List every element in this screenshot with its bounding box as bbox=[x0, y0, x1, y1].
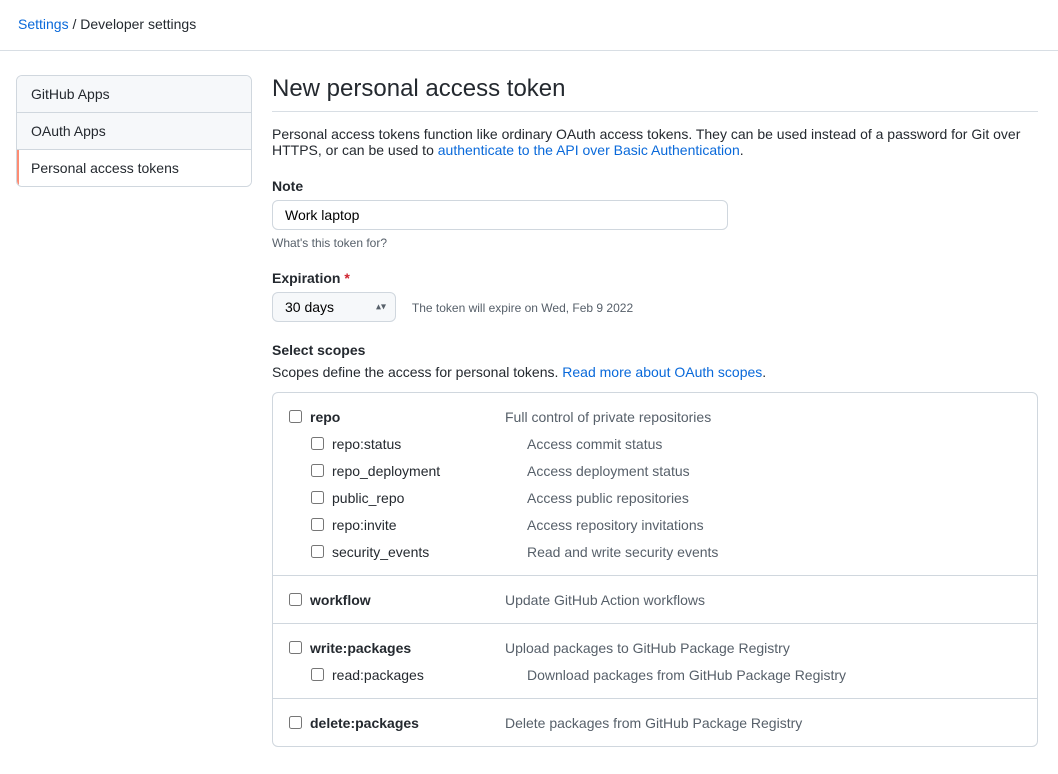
scope-row: read:packages Download packages from GitH… bbox=[285, 661, 1025, 688]
scope-name: delete:packages bbox=[310, 715, 419, 731]
scope-desc: Access repository invitations bbox=[527, 517, 704, 533]
scope-desc: Download packages from GitHub Package Re… bbox=[527, 667, 846, 683]
scope-group: delete:packages Delete packages from GitH… bbox=[273, 699, 1037, 746]
note-label: Note bbox=[272, 178, 1038, 194]
expiration-label-text: Expiration bbox=[272, 270, 340, 286]
scope-desc: Access deployment status bbox=[527, 463, 690, 479]
scopes-desc-post: . bbox=[762, 364, 766, 380]
scope-row: delete:packages Delete packages from GitH… bbox=[285, 709, 1025, 736]
page-title: New personal access token bbox=[272, 75, 1038, 112]
sidebar-item-github-apps[interactable]: GitHub Apps bbox=[17, 76, 251, 113]
expiration-label: Expiration * bbox=[272, 270, 1038, 286]
breadcrumb: Settings / Developer settings bbox=[0, 0, 1058, 51]
scopes-box: repo Full control of private repositories… bbox=[272, 392, 1038, 747]
scope-row: repo Full control of private repositories bbox=[285, 403, 1025, 430]
scope-checkbox[interactable] bbox=[289, 410, 302, 423]
scope-row: security_events Read and write security e… bbox=[285, 538, 1025, 565]
scope-checkbox[interactable] bbox=[289, 641, 302, 654]
intro-link[interactable]: authenticate to the API over Basic Authe… bbox=[438, 142, 740, 158]
required-indicator: * bbox=[344, 270, 349, 286]
scopes-description: Scopes define the access for personal to… bbox=[272, 364, 1038, 380]
scope-row: workflow Update GitHub Action workflows bbox=[285, 586, 1025, 613]
scope-name: repo bbox=[310, 409, 340, 425]
scope-desc: Access commit status bbox=[527, 436, 662, 452]
expiration-note: The token will expire on Wed, Feb 9 2022 bbox=[412, 301, 633, 315]
scope-name: write:packages bbox=[310, 640, 411, 656]
note-hint: What's this token for? bbox=[272, 236, 1038, 250]
scope-desc: Upload packages to GitHub Package Regist… bbox=[505, 640, 790, 656]
scope-checkbox[interactable] bbox=[289, 716, 302, 729]
scope-checkbox[interactable] bbox=[311, 545, 324, 558]
scope-name: security_events bbox=[332, 544, 429, 560]
scope-checkbox[interactable] bbox=[289, 593, 302, 606]
scopes-desc-pre: Scopes define the access for personal to… bbox=[272, 364, 562, 380]
scope-desc: Update GitHub Action workflows bbox=[505, 592, 705, 608]
scope-group: write:packages Upload packages to GitHub … bbox=[273, 624, 1037, 699]
breadcrumb-settings-link[interactable]: Settings bbox=[18, 16, 69, 32]
scopes-heading: Select scopes bbox=[272, 342, 1038, 358]
sidebar-item-personal-access-tokens[interactable]: Personal access tokens bbox=[17, 150, 251, 186]
scope-name: workflow bbox=[310, 592, 371, 608]
main: New personal access token Personal acces… bbox=[272, 75, 1038, 747]
sidebar-item-oauth-apps[interactable]: OAuth Apps bbox=[17, 113, 251, 150]
scope-name: repo_deployment bbox=[332, 463, 440, 479]
scope-checkbox[interactable] bbox=[311, 437, 324, 450]
scopes-desc-link[interactable]: Read more about OAuth scopes bbox=[562, 364, 762, 380]
scope-name: read:packages bbox=[332, 667, 424, 683]
scope-checkbox[interactable] bbox=[311, 464, 324, 477]
intro-text-post: . bbox=[740, 142, 744, 158]
scope-checkbox[interactable] bbox=[311, 491, 324, 504]
scope-desc: Delete packages from GitHub Package Regi… bbox=[505, 715, 802, 731]
scope-desc: Full control of private repositories bbox=[505, 409, 711, 425]
scope-name: public_repo bbox=[332, 490, 404, 506]
expiration-select[interactable]: 30 days bbox=[272, 292, 396, 322]
scope-row: repo:invite Access repository invitations bbox=[285, 511, 1025, 538]
scope-desc: Access public repositories bbox=[527, 490, 689, 506]
note-input[interactable] bbox=[272, 200, 728, 230]
scope-row: repo:status Access commit status bbox=[285, 430, 1025, 457]
sidebar: GitHub Apps OAuth Apps Personal access t… bbox=[16, 75, 252, 747]
scope-checkbox[interactable] bbox=[311, 518, 324, 531]
scope-checkbox[interactable] bbox=[311, 668, 324, 681]
scope-name: repo:invite bbox=[332, 517, 397, 533]
scope-name: repo:status bbox=[332, 436, 401, 452]
breadcrumb-current: Developer settings bbox=[80, 16, 196, 32]
scope-desc: Read and write security events bbox=[527, 544, 718, 560]
scope-row: public_repo Access public repositories bbox=[285, 484, 1025, 511]
scope-group: repo Full control of private repositories… bbox=[273, 393, 1037, 576]
scope-row: write:packages Upload packages to GitHub … bbox=[285, 634, 1025, 661]
intro: Personal access tokens function like ord… bbox=[272, 126, 1038, 158]
scope-row: repo_deployment Access deployment status bbox=[285, 457, 1025, 484]
scope-group: workflow Update GitHub Action workflows bbox=[273, 576, 1037, 624]
